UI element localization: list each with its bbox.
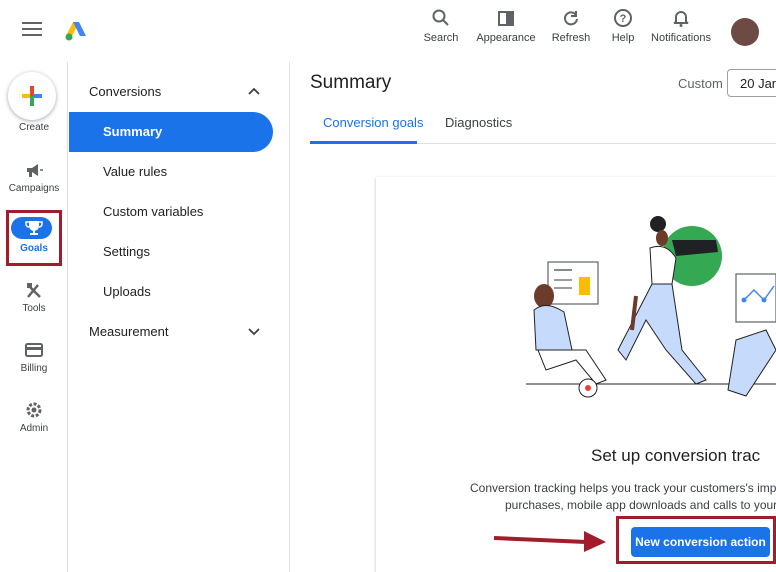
megaphone-icon	[27, 164, 43, 177]
help-label: Help	[611, 32, 635, 44]
refresh-label: Refresh	[551, 32, 591, 44]
avatar[interactable]	[731, 18, 759, 46]
nav-section-conversions[interactable]: Conversions	[89, 84, 161, 99]
svg-text:?: ?	[620, 13, 627, 25]
notifications-label: Notifications	[651, 32, 711, 44]
active-tab-indicator	[310, 141, 417, 144]
rail-item-tools[interactable]: Tools	[0, 281, 68, 314]
arrow-annotation	[493, 531, 606, 552]
search-button[interactable]: Search	[421, 8, 461, 44]
card-description-line-2: purchases, mobile app downloads and call…	[505, 498, 776, 512]
page-title: Summary	[310, 72, 392, 93]
create-button[interactable]	[8, 72, 56, 120]
search-icon	[432, 9, 449, 26]
refresh-icon	[564, 11, 578, 26]
help-icon: ?	[614, 9, 632, 27]
left-rail: Create Campaigns Goals Tools Billing Adm…	[0, 62, 68, 572]
secondary-nav: Conversions Summary Value rules Custom v…	[69, 62, 290, 572]
appearance-icon	[498, 11, 514, 26]
tab-diagnostics[interactable]: Diagnostics	[445, 115, 512, 130]
tools-label: Tools	[22, 303, 46, 314]
help-button[interactable]: ? Help	[606, 8, 640, 44]
card-heading: Set up conversion trac	[591, 446, 761, 465]
billing-label: Billing	[20, 363, 48, 374]
card-description-line-1: Conversion tracking helps you track your…	[470, 481, 776, 495]
create-label: Create	[18, 122, 49, 133]
date-range-label: Custom	[678, 76, 723, 91]
campaigns-label: Campaigns	[8, 183, 60, 194]
chevron-down-icon[interactable]	[247, 326, 261, 336]
new-conversion-action-button[interactable]: New conversion action	[631, 527, 770, 557]
nav-section-measurement[interactable]: Measurement	[89, 324, 168, 339]
refresh-button[interactable]: Refresh	[550, 8, 592, 44]
tab-conversion-goals[interactable]: Conversion goals	[323, 115, 423, 130]
appearance-label: Appearance	[476, 32, 536, 44]
nav-active-highlight	[69, 112, 273, 152]
menu-icon[interactable]	[22, 22, 42, 40]
tools-icon	[27, 283, 41, 298]
appearance-button[interactable]: Appearance	[475, 8, 537, 44]
gear-icon	[26, 402, 42, 418]
search-label: Search	[423, 32, 459, 44]
card-icon	[25, 343, 43, 357]
admin-label: Admin	[19, 423, 49, 434]
notifications-button[interactable]: Notifications	[650, 8, 712, 44]
nav-item-uploads[interactable]: Uploads	[103, 284, 151, 299]
rail-item-campaigns[interactable]: Campaigns	[0, 161, 68, 194]
bell-icon	[673, 11, 689, 27]
highlight-box-goals	[6, 210, 62, 266]
top-bar: Search Appearance Refresh ? Help Notific…	[0, 0, 776, 62]
google-ads-logo	[65, 22, 86, 41]
date-range-picker[interactable]: 20 Jan	[727, 69, 776, 97]
nav-item-custom-variables[interactable]: Custom variables	[103, 204, 203, 219]
chevron-up-icon[interactable]	[247, 86, 261, 96]
nav-item-settings[interactable]: Settings	[103, 244, 150, 259]
rail-item-admin[interactable]: Admin	[0, 401, 68, 434]
illustration	[526, 216, 776, 398]
plus-icon	[22, 86, 42, 106]
rail-item-billing[interactable]: Billing	[0, 341, 68, 374]
nav-item-value-rules[interactable]: Value rules	[103, 164, 167, 179]
nav-item-summary[interactable]: Summary	[103, 124, 162, 139]
